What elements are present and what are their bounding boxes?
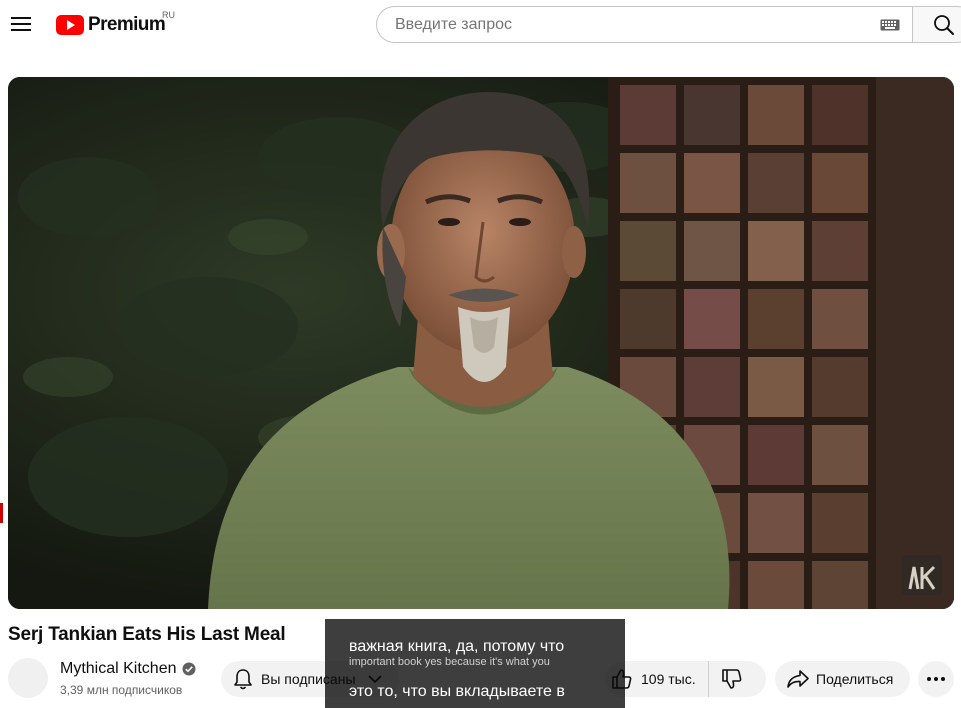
- video-title: Serj Tankian Eats His Last Meal: [8, 624, 286, 645]
- video-frame: [8, 77, 954, 609]
- share-icon: [787, 670, 809, 688]
- subscriber-count: 3,39 млн подписчиков: [60, 683, 183, 697]
- channel-avatar[interactable]: [8, 658, 48, 698]
- caption-line-2: это то, что вы вкладываете в: [349, 683, 565, 700]
- caption-translation-line: important book yes because it's what you: [349, 656, 550, 668]
- search-input[interactable]: [393, 14, 878, 35]
- search-icon: [934, 14, 954, 35]
- more-horizontal-icon: [927, 677, 945, 681]
- bell-icon: [234, 669, 252, 690]
- logo-text: Premium: [88, 14, 166, 35]
- keyboard-icon: [880, 19, 900, 30]
- mythical-kitchen-watermark-icon: [902, 555, 942, 595]
- share-button[interactable]: Поделиться: [775, 661, 910, 697]
- thumbs-down-icon: [721, 669, 742, 689]
- share-label: Поделиться: [816, 671, 894, 687]
- channel-name: Mythical Kitchen: [60, 660, 177, 677]
- verified-badge-icon: [182, 662, 195, 676]
- dislike-button[interactable]: [709, 661, 743, 697]
- edge-indicator: [0, 503, 3, 523]
- hamburger-icon: [11, 17, 31, 31]
- search-button[interactable]: [912, 6, 961, 43]
- channel-name-link[interactable]: Mythical Kitchen: [60, 660, 196, 678]
- youtube-premium-logo[interactable]: Premium: [56, 14, 166, 36]
- region-code: RU: [162, 10, 175, 20]
- more-actions-button[interactable]: [918, 661, 954, 697]
- caption-line-1: важная книга, да, потому что: [349, 638, 565, 655]
- like-dislike-group: 109 тыс.: [605, 661, 766, 697]
- search-box: [376, 6, 912, 43]
- captions-overlay[interactable]: важная книга, да, потому что important b…: [325, 619, 625, 708]
- menu-button[interactable]: [6, 9, 36, 39]
- virtual-keyboard-button[interactable]: [878, 13, 902, 37]
- like-count: 109 тыс.: [641, 671, 696, 687]
- video-player[interactable]: [8, 77, 954, 609]
- youtube-play-icon: [56, 15, 84, 35]
